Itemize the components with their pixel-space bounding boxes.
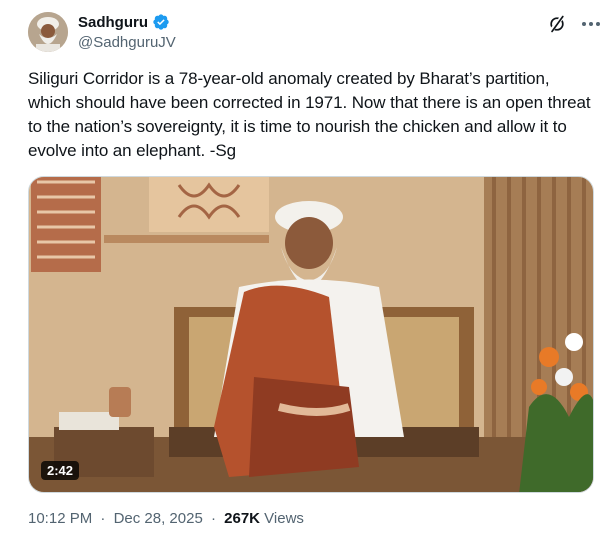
tweet: Sadhguru @SadhguruJV Siliguri Corridor i… xyxy=(0,0,616,534)
tweet-text: Siliguri Corridor is a 78-year-old anoma… xyxy=(28,69,591,160)
grok-icon[interactable] xyxy=(547,14,567,34)
views-label: Views xyxy=(264,510,304,527)
author-name-row[interactable]: Sadhguru xyxy=(78,13,170,31)
author-display-name[interactable]: Sadhguru xyxy=(78,14,148,31)
more-icon[interactable] xyxy=(580,14,602,34)
avatar[interactable] xyxy=(28,12,68,52)
avatar-image xyxy=(28,12,68,52)
video-player[interactable]: 2:42 xyxy=(28,176,594,493)
author-handle[interactable]: @SadhguruJV xyxy=(78,34,176,51)
video-thumbnail xyxy=(29,177,593,492)
tweet-time[interactable]: 10:12 PM xyxy=(28,510,92,527)
verified-badge-icon xyxy=(153,14,169,30)
meta-separator: · xyxy=(210,510,216,527)
video-duration: 2:42 xyxy=(41,461,80,480)
tweet-meta: 10:12 PM · Dec 28, 2025 · 267K Views xyxy=(28,510,304,527)
tweet-date[interactable]: Dec 28, 2025 xyxy=(114,510,203,527)
views-count: 267K xyxy=(224,510,260,527)
meta-separator: · xyxy=(100,510,106,527)
